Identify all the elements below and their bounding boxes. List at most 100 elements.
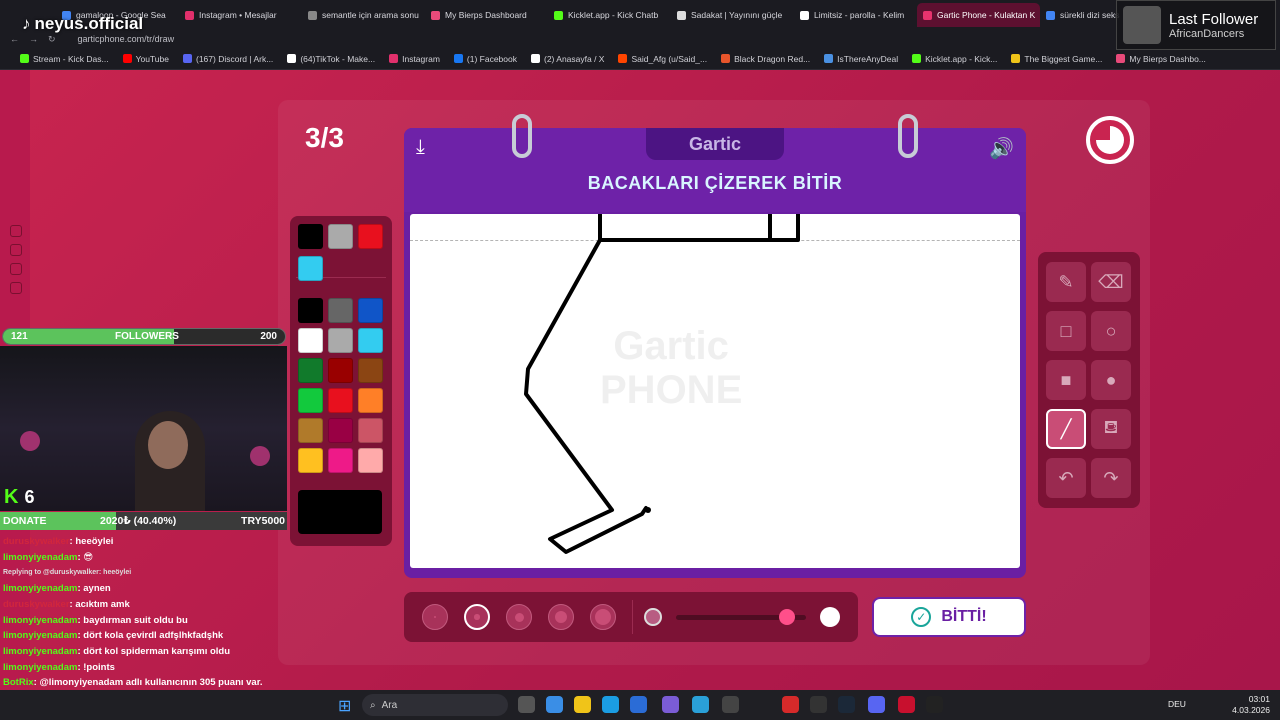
color-swatch[interactable] xyxy=(298,328,323,353)
color-swatch[interactable] xyxy=(328,448,353,473)
browser-tab[interactable]: Gartic Phone - Kulaktan K xyxy=(917,3,1040,27)
browser-tab[interactable]: Sadakat | Yayınını güçle xyxy=(671,3,794,27)
opacity-slider-handle[interactable] xyxy=(778,609,795,625)
bookmark-item[interactable]: The Biggest Game... xyxy=(1011,54,1102,64)
steam-icon[interactable] xyxy=(838,696,855,713)
bookmark-item[interactable]: Stream - Kick Das... xyxy=(20,54,109,64)
app-icon[interactable] xyxy=(722,696,739,713)
keyboard-language[interactable]: DEU xyxy=(1168,699,1186,709)
sidebar-icon[interactable] xyxy=(10,244,22,256)
sound-icon[interactable]: 🔊 xyxy=(989,136,1014,161)
color-swatch[interactable] xyxy=(298,298,323,323)
line-icon[interactable]: ╱ xyxy=(1046,409,1086,449)
bookmark-label: (2) Anasayfa / X xyxy=(544,53,605,64)
task-view-icon[interactable] xyxy=(518,696,535,713)
recent-color-swatch[interactable] xyxy=(298,256,323,281)
taskbar-search[interactable]: ⌕ Ara xyxy=(362,694,508,716)
brush-size-button[interactable] xyxy=(464,604,490,630)
edge-icon[interactable] xyxy=(602,696,619,713)
sidebar-icon[interactable] xyxy=(10,282,22,294)
chat-username[interactable]: BotRix xyxy=(3,677,34,688)
download-icon[interactable]: ⤓ xyxy=(416,136,425,159)
color-swatch[interactable] xyxy=(358,418,383,443)
color-swatch[interactable] xyxy=(328,328,353,353)
eraser-icon[interactable]: ⌫ xyxy=(1091,262,1131,302)
redo-icon[interactable]: ↷ xyxy=(1091,458,1131,498)
chat-username[interactable]: limonyiyenadam xyxy=(3,662,77,673)
bookmark-item[interactable]: (167) Discord | Ark... xyxy=(182,54,273,64)
color-swatch[interactable] xyxy=(328,298,353,323)
chat-username[interactable]: limonyiyenadam xyxy=(3,630,77,641)
bookmark-item[interactable]: Black Dragon Red... xyxy=(721,54,810,64)
sidebar-icon[interactable] xyxy=(10,263,22,275)
chat-username[interactable]: limonyiyenadam xyxy=(3,615,77,626)
recent-color-swatch[interactable] xyxy=(298,224,323,249)
done-button[interactable]: ✓ BİTTİ! xyxy=(872,597,1026,637)
color-swatch[interactable] xyxy=(298,388,323,413)
brush-size-button[interactable] xyxy=(590,604,616,630)
forward-icon[interactable]: → xyxy=(29,34,38,44)
color-swatch[interactable] xyxy=(328,388,353,413)
discord-icon[interactable] xyxy=(868,696,885,713)
bookmark-item[interactable]: IsThereAnyDeal xyxy=(824,54,898,64)
drawing-canvas[interactable]: Gartic PHONE xyxy=(410,214,1020,568)
app-icon[interactable] xyxy=(692,696,709,713)
app-icon[interactable] xyxy=(782,696,799,713)
epic-games-icon[interactable] xyxy=(810,696,827,713)
recent-color-swatch[interactable] xyxy=(328,224,353,249)
back-icon[interactable]: ← xyxy=(10,34,19,44)
color-swatch[interactable] xyxy=(358,328,383,353)
color-swatch[interactable] xyxy=(298,358,323,383)
browser-tab[interactable]: Limitsiz - parolla - Kelim xyxy=(794,3,917,27)
bookmark-item[interactable]: (2) Anasayfa / X xyxy=(531,54,604,64)
chat-username[interactable]: duruskywalker xyxy=(3,599,70,610)
brush-size-button[interactable] xyxy=(548,604,574,630)
color-swatch[interactable] xyxy=(298,448,323,473)
bookmark-item[interactable]: Kicklet.app - Kick... xyxy=(912,54,997,64)
app-icon[interactable] xyxy=(662,696,679,713)
circle-outline-icon[interactable]: ○ xyxy=(1091,311,1131,351)
color-swatch[interactable] xyxy=(358,298,383,323)
chat-username[interactable]: limonyiyenadam xyxy=(3,583,77,594)
file-explorer-icon[interactable] xyxy=(574,696,591,713)
recent-color-swatch[interactable] xyxy=(358,224,383,249)
brush-size-button[interactable] xyxy=(422,604,448,630)
bookmark-item[interactable]: Said_Afg (u/Said_... xyxy=(618,54,707,64)
system-clock[interactable]: 03:01 4.03.2026 xyxy=(1232,694,1270,716)
brush-size-button[interactable] xyxy=(506,604,532,630)
url-field[interactable]: garticphone.com/tr/draw xyxy=(78,34,175,44)
windows-start-icon[interactable]: ⊞ xyxy=(338,696,351,716)
bookmark-item[interactable]: YouTube xyxy=(122,54,169,64)
opera-icon[interactable] xyxy=(898,696,915,713)
browser-tab[interactable]: My Bierps Dashboard xyxy=(425,3,548,27)
fill-bucket-icon[interactable]: ⛾ xyxy=(1091,409,1131,449)
chat-username[interactable]: limonyiyenadam xyxy=(3,646,77,657)
color-swatch[interactable] xyxy=(358,448,383,473)
sidebar-icon[interactable] xyxy=(10,225,22,237)
app-icon[interactable] xyxy=(926,696,943,713)
color-swatch[interactable] xyxy=(358,388,383,413)
browser-tab[interactable]: Instagram • Mesajlar xyxy=(179,3,302,27)
bookmark-item[interactable]: (64)TikTok - Make... xyxy=(287,54,375,64)
color-swatch[interactable] xyxy=(328,418,353,443)
browser-tab[interactable]: semantle için arama sonu xyxy=(302,3,425,27)
chat-username[interactable]: duruskywalker xyxy=(3,536,70,547)
app-icon[interactable] xyxy=(546,696,563,713)
color-swatch[interactable] xyxy=(328,358,353,383)
bookmark-item[interactable]: My Bierps Dashbo... xyxy=(1116,54,1206,64)
chat-username[interactable]: limonyiyenadam xyxy=(3,552,77,563)
browser-tab[interactable]: Kicklet.app - Kick Chatb xyxy=(548,3,671,27)
pencil-icon[interactable]: ✎ xyxy=(1046,262,1086,302)
store-icon[interactable] xyxy=(630,696,647,713)
square-outline-icon[interactable]: □ xyxy=(1046,311,1086,351)
tab-favicon xyxy=(431,10,440,20)
color-swatch[interactable] xyxy=(298,418,323,443)
circle-filled-icon[interactable]: ● xyxy=(1091,360,1131,400)
bookmark-item[interactable]: Instagram xyxy=(389,54,440,64)
bookmark-item[interactable]: (1) Facebook xyxy=(453,54,517,64)
color-swatch[interactable] xyxy=(358,358,383,383)
reload-icon[interactable]: ↻ xyxy=(48,34,56,45)
square-filled-icon[interactable]: ■ xyxy=(1046,360,1086,400)
undo-icon[interactable]: ↶ xyxy=(1046,458,1086,498)
webcam-feed xyxy=(0,346,287,511)
